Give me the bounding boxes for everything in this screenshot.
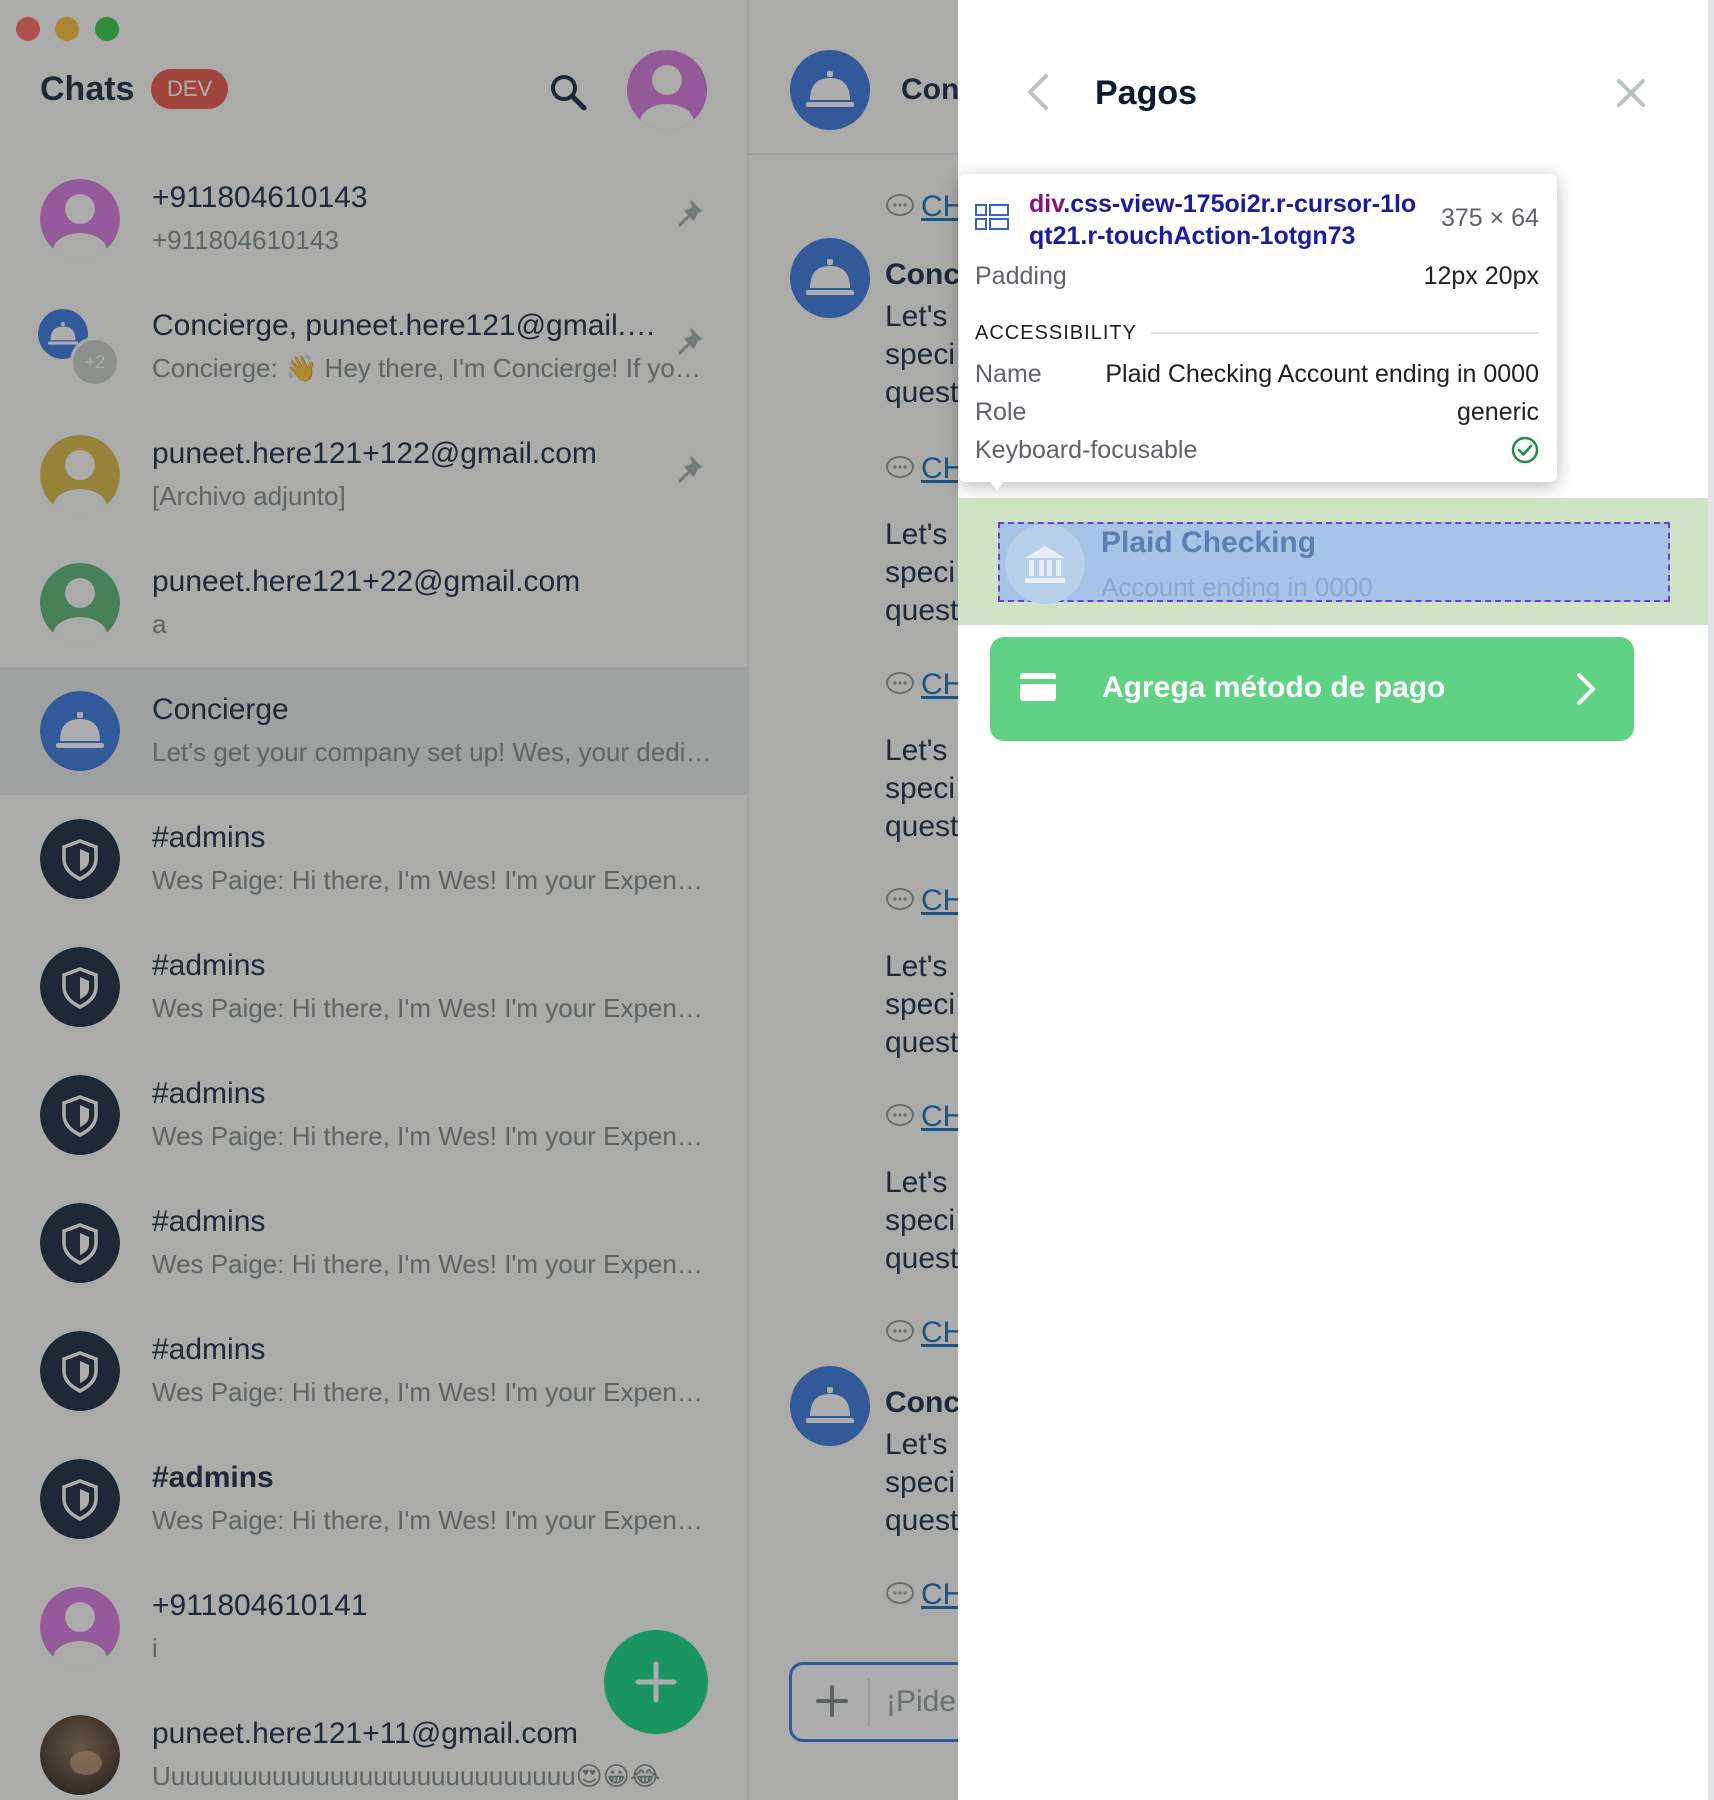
- credit-card-icon: [1020, 673, 1056, 701]
- a11y-name-label: Name: [975, 360, 1042, 388]
- element-size: 375 × 64: [1440, 204, 1539, 232]
- modal-overlay[interactable]: [0, 0, 958, 1800]
- bank-account-subtitle: Account ending in 0000: [1101, 572, 1373, 602]
- chevron-right-icon: [1577, 673, 1595, 705]
- a11y-focusable-label: Keyboard-focusable: [975, 436, 1198, 464]
- window-edge: [1708, 0, 1714, 1800]
- divider: [1151, 332, 1539, 334]
- back-arrow-icon[interactable]: [1020, 72, 1054, 112]
- element-layout-icon: [975, 204, 1009, 230]
- bank-account-row[interactable]: Plaid Checking Account ending in 0000: [958, 498, 1714, 625]
- add-payment-method-button[interactable]: Agrega método de pago: [990, 637, 1634, 741]
- app-window: Chats DEV +911804610143 +911804610143 +2 Co…: [0, 0, 1714, 1800]
- close-icon[interactable]: [1614, 76, 1648, 110]
- padding-value: 12px 20px: [1423, 262, 1539, 290]
- tooltip-arrow: [987, 478, 1007, 490]
- a11y-role-value: generic: [1457, 398, 1539, 426]
- selector-tag: div: [1029, 190, 1064, 218]
- selector-classes: .css-view-175oi2r.r-cursor-1loqt21.r-tou…: [1029, 190, 1417, 250]
- devtools-inspector-tooltip: div.css-view-175oi2r.r-cursor-1loqt21.r-…: [959, 174, 1557, 490]
- panel-title: Pagos: [1095, 74, 1198, 112]
- bank-account-name: Plaid Checking: [1101, 526, 1317, 559]
- a11y-name-value: Plaid Checking Account ending in 0000: [1105, 360, 1539, 388]
- accessibility-heading: ACCESSIBILITY: [975, 322, 1137, 344]
- bank-account-content[interactable]: Plaid Checking Account ending in 0000: [998, 522, 1670, 604]
- padding-label: Padding: [975, 262, 1067, 290]
- bank-icon: [1005, 524, 1085, 604]
- a11y-role-label: Role: [975, 398, 1027, 426]
- element-selector: div.css-view-175oi2r.r-cursor-1loqt21.r-…: [1029, 188, 1429, 252]
- add-payment-method-label: Agrega método de pago: [1102, 671, 1446, 704]
- check-circle-icon: [1511, 436, 1539, 464]
